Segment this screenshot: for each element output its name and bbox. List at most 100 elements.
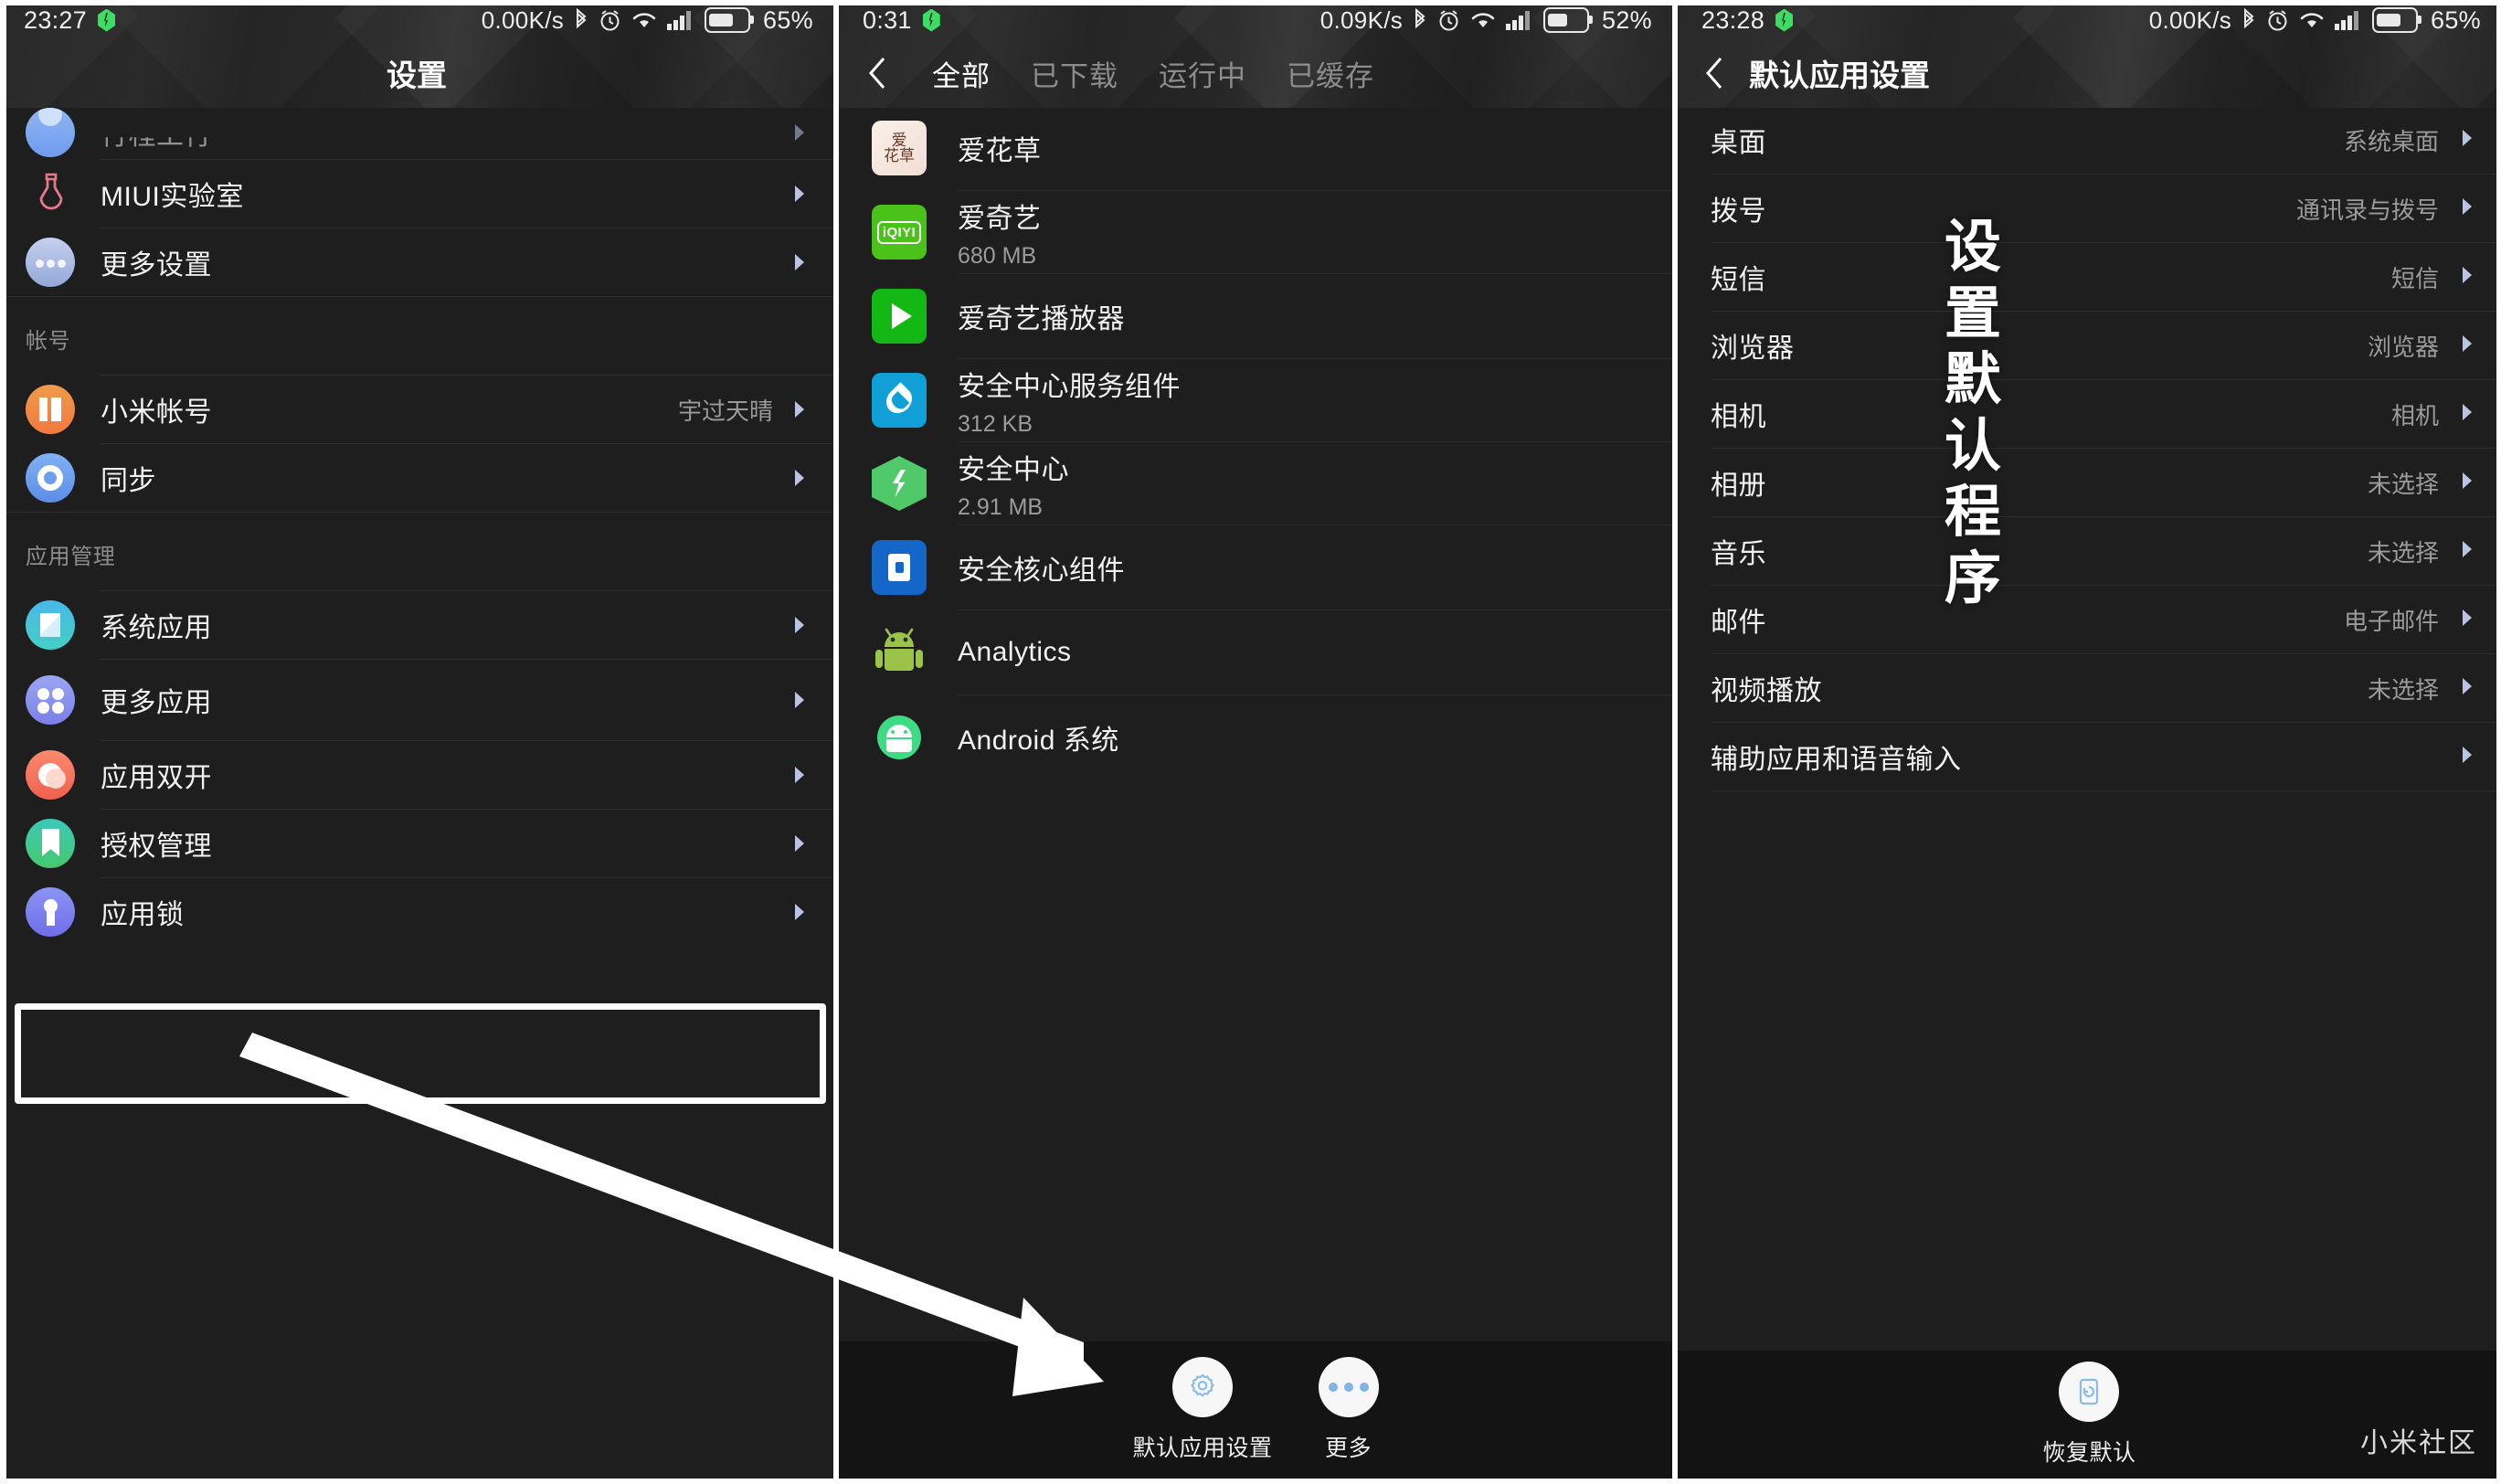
sidebar-item-miui-lab[interactable]: MIUI实验室 bbox=[0, 160, 833, 228]
sidebar-item-sync[interactable]: 同步 bbox=[0, 444, 833, 512]
list-item[interactable]: 安全核心组件 bbox=[839, 525, 1672, 610]
sidebar-item-label: MIUI实验室 bbox=[101, 182, 244, 212]
list-item[interactable]: iQIYI 爱奇艺 680 MB bbox=[839, 191, 1672, 273]
chevron-right-icon bbox=[790, 122, 810, 143]
list-item[interactable]: 爱奇艺播放器 bbox=[839, 274, 1672, 358]
default-app-row-assist[interactable]: 辅助应用和语音输入 bbox=[1678, 723, 2501, 790]
list-item[interactable]: 安全中心服务组件 312 KB bbox=[839, 359, 1672, 441]
list-item[interactable]: 爱花草 爱花草 bbox=[839, 106, 1672, 190]
default-app-row-launcher[interactable]: 桌面 系统桌面 bbox=[1678, 106, 2501, 174]
row-label: 浏览器 bbox=[1711, 334, 1795, 364]
sidebar-item-label: 应用锁 bbox=[101, 900, 185, 930]
default-app-row-email[interactable]: 邮件 电子邮件 bbox=[1678, 586, 2501, 653]
app-name: Analytics bbox=[958, 637, 1072, 667]
sidebar-item-system-apps[interactable]: 系统应用 bbox=[0, 591, 833, 659]
status-net-speed: 0.09K/s bbox=[1319, 5, 1404, 34]
row-label: 视频播放 bbox=[1711, 676, 1822, 706]
status-clock: 0:31 bbox=[863, 5, 912, 34]
default-app-row-sms[interactable]: 短信 短信 bbox=[1678, 243, 2501, 311]
row-label: 短信 bbox=[1711, 265, 1766, 295]
default-app-row-gallery[interactable]: 相册 未选择 bbox=[1678, 449, 2501, 516]
security-core-icon bbox=[872, 540, 927, 595]
wifi-icon bbox=[2299, 10, 2325, 30]
sidebar-item-more-apps[interactable]: 更多应用 bbox=[0, 660, 833, 740]
battery-percent: 65% bbox=[2431, 5, 2481, 34]
row-value: 系统桌面 bbox=[2343, 127, 2439, 155]
row-value: 浏览器 bbox=[2367, 333, 2439, 361]
sidebar-item-permissions[interactable]: 授权管理 bbox=[0, 810, 833, 877]
more-actions-button[interactable]: 更多 bbox=[1318, 1357, 1379, 1463]
security-center-icon bbox=[872, 456, 927, 511]
battery-icon bbox=[705, 7, 755, 33]
default-app-row-dialer[interactable]: 拨号 通讯录与拨号 bbox=[1678, 175, 2501, 242]
group-title-apps: 应用管理 bbox=[26, 545, 116, 569]
wifi-icon bbox=[631, 10, 657, 30]
permissions-icon bbox=[26, 819, 75, 868]
more-apps-icon bbox=[26, 675, 75, 725]
list-divider bbox=[1711, 790, 2501, 791]
list-item[interactable]: 安全中心 2.91 MB bbox=[839, 442, 1672, 525]
sidebar-item-label: 更多应用 bbox=[101, 688, 212, 718]
default-app-row-browser[interactable]: 浏览器 浏览器 bbox=[1678, 312, 2501, 379]
tab-running[interactable]: 运行中 bbox=[1139, 53, 1266, 94]
page-title: 默认应用设置 bbox=[1749, 58, 1930, 92]
chevron-right-icon bbox=[2457, 402, 2477, 427]
chevron-right-icon bbox=[790, 399, 810, 419]
default-apps-list: 桌面 系统桌面 拨号 通讯录与拨号 短信 短信 浏览器 浏览器 相机 相机 相册… bbox=[1678, 106, 2501, 791]
chevron-right-icon bbox=[2457, 196, 2477, 221]
panel-app-list: 0:31 0.09K/s 52% 全部 已下载 运行中 已缓存 爱 花草 爱花草… bbox=[839, 0, 1678, 1484]
sidebar-item-mi-account[interactable]: 小米帐号 宇过天晴 bbox=[0, 376, 833, 443]
chevron-right-icon bbox=[790, 184, 810, 204]
app-name: 爱奇艺 bbox=[958, 203, 1042, 234]
dual-apps-icon bbox=[26, 750, 75, 800]
chevron-right-icon bbox=[2457, 471, 2477, 495]
app-name: 安全核心组件 bbox=[958, 556, 1125, 586]
flask-icon bbox=[26, 169, 75, 218]
app-size: 680 MB bbox=[958, 242, 1037, 269]
default-app-row-camera[interactable]: 相机 相机 bbox=[1678, 380, 2501, 448]
back-chevron-icon[interactable] bbox=[1694, 52, 1736, 94]
chevron-right-icon bbox=[790, 833, 810, 853]
button-label: 更多 bbox=[1324, 1436, 1372, 1461]
app-list: 爱花草 爱花草 iQIYI 爱奇艺 680 MB 爱奇艺播放器 安全中心服务组件… bbox=[839, 106, 1672, 779]
status-clock: 23:28 bbox=[1701, 5, 1765, 34]
list-item[interactable]: Android 系统 bbox=[839, 695, 1672, 779]
tab-all[interactable]: 全部 bbox=[912, 53, 1011, 94]
list-item[interactable]: Analytics bbox=[839, 610, 1672, 694]
row-value: 未选择 bbox=[2367, 538, 2439, 567]
default-app-row-video[interactable]: 视频播放 未选择 bbox=[1678, 654, 2501, 722]
tab-downloaded[interactable]: 已下载 bbox=[1011, 53, 1139, 94]
restore-defaults-button[interactable]: 恢复默认 bbox=[2042, 1362, 2135, 1468]
signal-icon bbox=[667, 10, 694, 30]
row-label: 邮件 bbox=[1711, 608, 1766, 638]
battery-percent: 65% bbox=[763, 5, 813, 34]
screenshot-stage: 23:27 0.00K/s 65% 设置 行程工行 MIUI实验室 更多设置 帐… bbox=[0, 0, 2501, 1484]
row-label: 相机 bbox=[1711, 402, 1766, 432]
sidebar-item-more-settings[interactable]: 更多设置 bbox=[0, 228, 833, 296]
app-name: 爱花草 bbox=[958, 136, 1042, 166]
sidebar-item-label: 应用双开 bbox=[101, 763, 212, 793]
row-label: 桌面 bbox=[1711, 128, 1766, 158]
status-bar: 23:28 0.00K/s 65% bbox=[1678, 0, 2501, 40]
more-dots-icon bbox=[1318, 1357, 1379, 1417]
overlay-char: 认 bbox=[1945, 415, 2002, 478]
sidebar-item-partial[interactable]: 行程工行 bbox=[0, 106, 833, 159]
highlight-box-more-apps bbox=[15, 1003, 826, 1104]
app-size: 2.91 MB bbox=[958, 493, 1044, 520]
default-app-row-music[interactable]: 音乐 未选择 bbox=[1678, 517, 2501, 585]
status-clock: 23:27 bbox=[24, 5, 88, 34]
green-gem-charging-icon bbox=[1775, 8, 1794, 32]
row-value: 短信 bbox=[2390, 264, 2439, 292]
button-label: 默认应用设置 bbox=[1132, 1436, 1273, 1461]
sidebar-item-dual-apps[interactable]: 应用双开 bbox=[0, 741, 833, 809]
aihuacao-icon: 爱花草 bbox=[872, 121, 927, 175]
sidebar-item-app-lock[interactable]: 应用锁 bbox=[0, 878, 833, 946]
app-name: 爱奇艺播放器 bbox=[958, 304, 1125, 334]
default-app-settings-button[interactable]: 默认应用设置 bbox=[1132, 1357, 1272, 1463]
sidebar-item-value: 宇过天晴 bbox=[677, 397, 773, 425]
chevron-right-icon bbox=[790, 252, 810, 272]
back-chevron-icon[interactable] bbox=[857, 52, 899, 94]
page-header: 默认应用设置 bbox=[1678, 40, 2501, 106]
tab-cached[interactable]: 已缓存 bbox=[1266, 53, 1394, 94]
chevron-right-icon bbox=[790, 690, 810, 710]
